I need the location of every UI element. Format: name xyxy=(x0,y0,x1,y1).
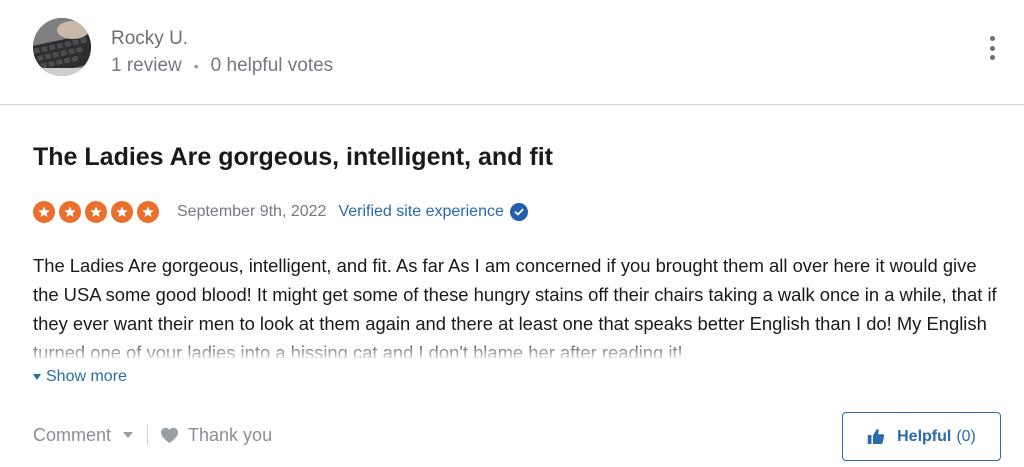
show-more-link[interactable]: Show more xyxy=(33,368,127,386)
verified-label: Verified site experience xyxy=(338,202,504,220)
rating-row: September 9th, 2022 Verified site experi… xyxy=(33,199,528,224)
helpful-button[interactable]: Helpful (0) xyxy=(842,412,1001,461)
kebab-dot xyxy=(989,45,995,51)
star-icon xyxy=(33,200,55,223)
review-body: The Ladies Are gorgeous, intelligent, an… xyxy=(33,255,997,358)
reviewer-name[interactable]: Rocky U. xyxy=(111,28,188,50)
kebab-dot xyxy=(989,36,995,41)
reviewer-avatar[interactable] xyxy=(33,18,91,76)
review-title: The Ladies Are gorgeous, intelligent, an… xyxy=(33,143,553,171)
star-rating xyxy=(33,200,159,223)
helpful-count: (0) xyxy=(956,427,976,445)
chevron-down-icon xyxy=(123,432,134,438)
thank-you-label: Thank you xyxy=(188,424,273,445)
review-card: Rocky U. 1 review • 0 helpful votes The … xyxy=(0,0,1024,467)
verified-check-icon xyxy=(509,202,528,221)
reviewer-header: Rocky U. 1 review • 0 helpful votes xyxy=(0,0,1024,104)
kebab-dot xyxy=(989,55,995,60)
comment-button[interactable]: Comment xyxy=(33,424,134,446)
show-more-label: Show more xyxy=(46,368,127,385)
star-icon xyxy=(137,200,159,223)
star-icon xyxy=(85,200,107,223)
heart-icon xyxy=(161,427,179,443)
more-options-icon[interactable] xyxy=(983,36,1001,60)
comment-label: Comment xyxy=(33,424,112,445)
meta-separator: • xyxy=(193,58,199,74)
review-date: September 9th, 2022 xyxy=(177,202,327,220)
keyboard-avatar-image xyxy=(33,18,91,76)
thank-you-button[interactable]: Thank you xyxy=(160,425,272,446)
verified-badge[interactable]: Verified site experience xyxy=(338,202,528,221)
reviewer-stats: 1 review • 0 helpful votes xyxy=(111,55,333,77)
helpful-votes-count: 0 helpful votes xyxy=(210,55,334,76)
header-divider xyxy=(0,104,1024,105)
helpful-label: Helpful xyxy=(897,427,952,445)
review-count: 1 review xyxy=(111,55,182,76)
caret-down-icon xyxy=(33,374,41,380)
star-icon xyxy=(111,200,133,223)
thumbs-up-icon xyxy=(867,429,885,444)
actions-separator xyxy=(147,425,149,445)
review-actions: Comment Thank you xyxy=(33,423,272,447)
star-icon xyxy=(59,200,81,223)
